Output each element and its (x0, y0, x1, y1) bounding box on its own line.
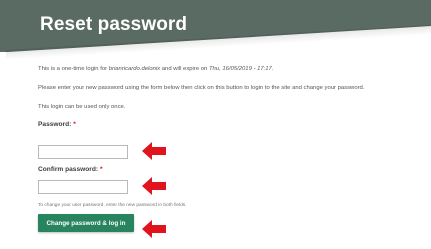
required-mark: * (99, 166, 103, 173)
info-middle: and will expire on (160, 66, 209, 72)
reset-password-page: Reset password This is a one-time login … (0, 0, 431, 249)
instructions-text: Please enter your new password using the… (38, 85, 365, 91)
password-label-text: Password: (38, 121, 72, 128)
once-note: This login can be used only once. (38, 104, 126, 110)
password-label: Password: * (38, 121, 76, 128)
required-mark: * (73, 121, 76, 128)
left-arrow-icon (142, 220, 166, 238)
left-arrow-icon (142, 177, 166, 195)
confirm-password-input[interactable] (38, 180, 128, 194)
password-input[interactable] (38, 145, 128, 159)
username: brianricardo.delonix (108, 66, 161, 72)
one-time-login-message: This is a one-time login for brianricard… (38, 66, 273, 72)
password-hint: To change your user password, enter the … (38, 203, 187, 208)
confirm-password-label: Confirm password: * (38, 166, 103, 173)
info-prefix: This is a one-time login for (38, 66, 109, 72)
confirm-label-text: Confirm password: (38, 166, 99, 173)
page-title: Reset password (40, 14, 188, 35)
change-password-button[interactable]: Change password & log in (38, 214, 134, 232)
expiry-date: Thu, 16/05/2019 - 17:17 (208, 66, 272, 72)
info-suffix: . (271, 66, 274, 72)
left-arrow-icon (142, 142, 166, 160)
